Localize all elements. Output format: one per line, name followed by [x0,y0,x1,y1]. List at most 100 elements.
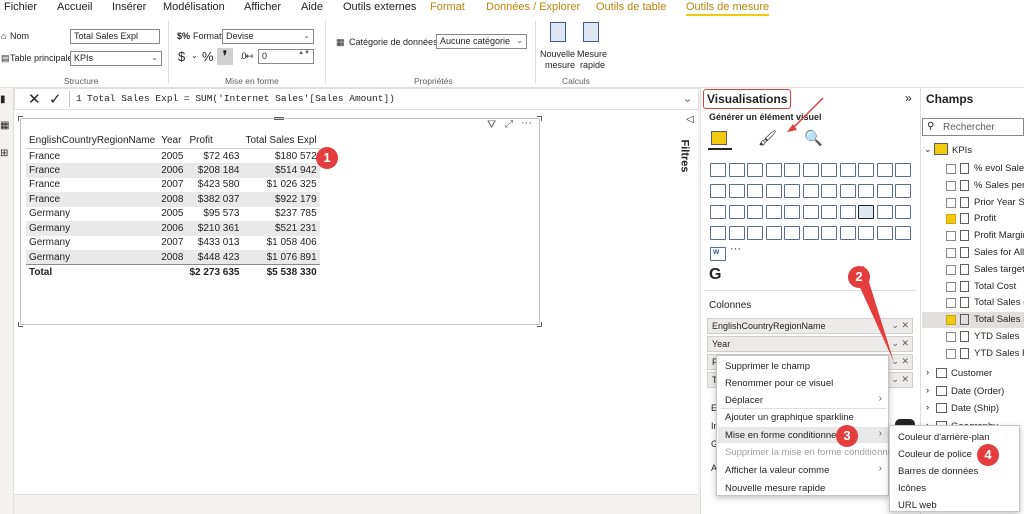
new-measure-label-1[interactable]: Nouvelle [540,49,575,59]
table-row[interactable]: Germany 2008 $448 423 $1 076 891 [26,250,320,265]
build-visual-tab[interactable] [708,128,732,150]
visual-type-icon[interactable] [747,184,763,198]
visual-type-icon[interactable] [802,184,819,198]
currency-button[interactable]: $ [178,49,185,64]
menu-item-sparkline[interactable]: Ajouter un graphique sparkline [725,412,854,423]
visual-type-icon[interactable] [728,205,745,219]
visual-type-icon[interactable] [728,184,745,198]
resize-corner[interactable] [18,322,23,327]
chevron-down-icon[interactable]: ⌄ [191,51,198,60]
table-row[interactable]: France 2008 $382 037 $922 179 [26,192,320,207]
submenu-data-bars[interactable]: Barres de données [898,466,978,477]
chevron-down-icon[interactable]: ⌄ [683,92,692,105]
visual-type-icon[interactable] [876,163,893,177]
quick-measure-label-2[interactable]: rapide [580,60,605,70]
close-icon[interactable]: ✕ [28,90,41,108]
menu-aide[interactable]: Aide [301,1,323,13]
visual-type-icon[interactable] [821,205,837,219]
visual-type-icon[interactable] [765,205,782,219]
menu-modelisation[interactable]: Modélisation [163,1,225,13]
field-checkbox[interactable] [946,332,956,342]
visual-type-icon[interactable] [858,226,874,240]
new-measure-label-2[interactable]: mesure [545,60,575,70]
visual-type-icon[interactable] [784,205,800,219]
menu-afficher[interactable]: Afficher [244,1,281,13]
more-visuals-icon[interactable]: w [713,247,719,256]
filters-tab-label[interactable]: Filtres [679,139,691,172]
menu-outils-externes[interactable]: Outils externes [343,1,416,13]
quick-measure-icon[interactable] [583,22,599,42]
decimals-input[interactable]: 0 ▲▼ [258,49,314,64]
visual-type-icon[interactable] [765,163,782,177]
visual-type-icon[interactable] [839,205,856,219]
menu-format[interactable]: Format [430,1,465,13]
field-checkbox[interactable] [946,231,956,242]
filters-pane-collapsed[interactable]: ◁ Filtres [679,110,699,494]
field-checkbox[interactable] [946,180,956,191]
formula-input[interactable]: Total Sales Expl = SUM('Internet Sales'[… [87,93,395,104]
visual-type-icon[interactable] [858,205,874,219]
field-checkbox[interactable] [946,264,956,275]
table-row[interactable]: France 2006 $208 184 $514 942 [26,163,320,178]
visual-type-icon[interactable] [839,226,856,240]
focus-mode-icon[interactable]: ⤢ [505,119,513,130]
visual-type-icon[interactable] [839,163,856,177]
field-checkbox[interactable] [946,281,956,292]
model-view-icon[interactable]: ⊞ [0,148,8,159]
more-visuals-button[interactable]: ··· [730,243,741,255]
field-checkbox[interactable] [946,214,956,225]
column-header[interactable]: EnglishCountryRegionName [26,133,159,149]
table-view-icon[interactable]: ▦ [0,120,9,131]
resize-corner[interactable] [537,322,542,327]
column-header[interactable]: Total Sales Expl [242,133,320,149]
menu-item-conditional-formatting[interactable]: Mise en forme conditionnelle [725,430,846,441]
submenu-font-color[interactable]: Couleur de police [898,449,972,460]
menu-outils-de-mesure[interactable]: Outils de mesure [686,1,770,16]
field-checkbox[interactable] [946,164,956,174]
data-category-select[interactable]: Aucune catégorie ⌄ [436,34,527,49]
table-row[interactable]: France 2007 $423 580 $1 026 325 [26,178,320,193]
report-view-icon[interactable]: ▮ [0,94,6,105]
visual-type-icon[interactable] [876,226,893,240]
percent-button[interactable]: % [202,49,214,64]
field-checkbox[interactable] [946,298,956,309]
thousands-separator-button[interactable]: ❜ [217,48,233,65]
visual-type-icon[interactable] [747,163,763,177]
visual-type-icon[interactable] [802,226,819,240]
calculator-icon[interactable] [550,22,566,42]
visual-type-icon[interactable] [784,184,800,198]
resize-corner[interactable] [537,116,542,121]
format-select[interactable]: Devise ⌄ [222,29,314,44]
column-header[interactable]: Profit [186,133,243,149]
visual-type-icon[interactable] [821,184,837,198]
visual-type-icon[interactable] [802,205,819,219]
visual-type-icon[interactable] [747,226,763,240]
visual-type-icon[interactable] [784,226,800,240]
visual-type-icon[interactable] [710,205,726,219]
visual-type-icon[interactable] [710,184,726,198]
menu-item-remove-field[interactable]: Supprimer le champ [725,361,810,372]
submenu-web-url[interactable]: URL web [898,500,937,511]
resize-corner[interactable] [18,116,23,121]
visual-type-icon[interactable] [876,184,893,198]
remove-field-icon[interactable]: ⌄ ✕ [891,374,909,385]
visual-type-icon[interactable] [821,163,837,177]
name-input[interactable]: Total Sales Expl [70,29,160,44]
menu-outils-de-table[interactable]: Outils de table [596,1,666,13]
field-item[interactable]: Total Sales Exp [922,312,1024,329]
submenu-background-color[interactable]: Couleur d'arrière-plan [898,432,990,443]
field-checkbox[interactable] [946,315,956,326]
visual-type-icon[interactable] [895,163,911,177]
table-visual[interactable]: ⛛ ⤢ ··· EnglishCountryRegionName Year Pr… [18,116,542,327]
table-row[interactable]: Germany 2005 $95 573 $237 785 [26,207,320,222]
collapse-arrow-icon[interactable]: ◁ [686,114,694,125]
visual-type-icon[interactable] [876,205,893,219]
visual-type-icon[interactable] [895,205,911,219]
table-row[interactable]: Germany 2007 $433 013 $1 058 406 [26,236,320,251]
quick-measure-label-1[interactable]: Mesure [577,49,607,59]
decimal-decrease-icon[interactable]: .0↤ [240,51,253,62]
filter-icon[interactable]: ⛛ [487,119,496,132]
search-input[interactable]: ⚲ Rechercher [922,118,1024,136]
visual-type-icon[interactable] [895,226,911,240]
visual-type-icon[interactable] [839,184,856,198]
